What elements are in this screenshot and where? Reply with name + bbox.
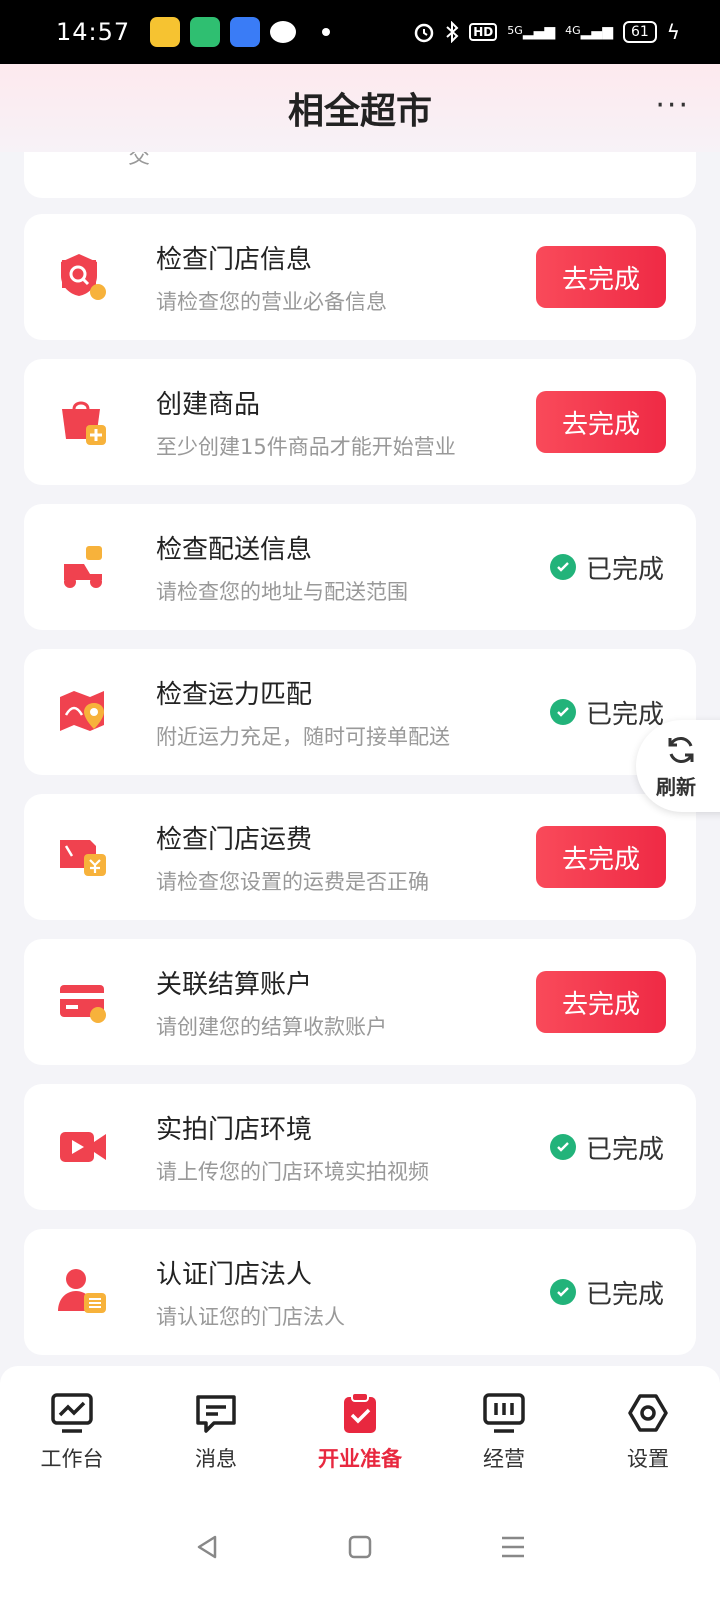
bluetooth-icon <box>446 21 459 43</box>
task-card[interactable]: 检查运力匹配 附近运力充足，随时可接单配送 已完成 <box>24 649 696 775</box>
nav-item-messages[interactable]: 消息 <box>151 1391 281 1473</box>
task-card[interactable]: 检查门店信息 请检查您的营业必备信息 去完成 <box>24 214 696 340</box>
completed-label: 已完成 <box>585 1279 664 1310</box>
nav-item-opening-prep[interactable]: 开业准备 <box>295 1391 425 1473</box>
task-title: 检查门店运费 <box>156 824 313 855</box>
task-title: 检查门店信息 <box>156 244 313 275</box>
check-circle-icon <box>549 1279 576 1305</box>
nav-label: 设置 <box>627 1447 669 1471</box>
nav-label: 开业准备 <box>318 1447 402 1471</box>
complete-button[interactable]: 去完成 <box>536 391 666 453</box>
task-card[interactable]: 认证门店法人 请认证您的门店法人 已完成 <box>24 1229 696 1355</box>
check-circle-icon <box>549 1134 576 1160</box>
completed-status: 已完成 <box>549 1129 664 1166</box>
task-title: 关联结算账户 <box>156 969 313 1000</box>
map-location-icon <box>60 691 104 731</box>
bottom-nav: 工作台 消息 开业准备 经营 设置 <box>0 1366 720 1494</box>
complete-button[interactable]: 去完成 <box>536 971 666 1033</box>
task-title: 实拍门店环境 <box>156 1114 313 1145</box>
bank-card-icon <box>60 985 106 1023</box>
task-subtitle: 请上传您的门店环境实拍视频 <box>156 1159 429 1184</box>
back-icon[interactable] <box>193 1533 221 1561</box>
signal-5g-icon: 5G▂▄▆ <box>507 24 556 40</box>
alarm-icon <box>415 23 434 43</box>
wechat-icon <box>270 21 297 43</box>
partial-task-card: 交 <box>24 152 696 198</box>
refresh-icon <box>668 736 694 763</box>
page-title: 相全超市 <box>287 91 432 132</box>
nav-label: 消息 <box>195 1447 237 1471</box>
bars-icon <box>483 1393 525 1433</box>
check-circle-icon <box>549 699 576 725</box>
task-subtitle: 请创建您的结算收款账户 <box>156 1014 387 1039</box>
status-indicators: HD 5G▂▄▆ 4G▂▄▆ 61 ϟ <box>413 20 680 44</box>
task-title: 创建商品 <box>156 389 261 420</box>
completed-status: 已完成 <box>549 549 664 586</box>
video-camera-icon <box>60 1132 106 1162</box>
status-app-icons <box>150 17 331 47</box>
chart-icon <box>51 1393 93 1433</box>
app-notification-icon <box>150 17 181 47</box>
task-title: 认证门店法人 <box>156 1259 313 1290</box>
home-icon[interactable] <box>347 1534 373 1560</box>
task-card[interactable]: 关联结算账户 请创建您的结算收款账户 去完成 <box>24 939 696 1065</box>
complete-button[interactable]: 去完成 <box>536 246 666 308</box>
task-card[interactable]: 检查门店运费 请检查您设置的运费是否正确 去完成 <box>24 794 696 920</box>
nav-item-settings[interactable]: 设置 <box>583 1391 713 1473</box>
task-card[interactable]: 检查配送信息 请检查您的地址与配送范围 已完成 <box>24 504 696 630</box>
message-icon <box>196 1395 236 1433</box>
hd-badge: HD <box>469 23 498 41</box>
task-card[interactable]: 创建商品 至少创建15件商品才能开始营业 去完成 <box>24 359 696 485</box>
completed-label: 已完成 <box>585 1134 664 1165</box>
task-subtitle: 附近运力充足，随时可接单配送 <box>156 724 450 749</box>
task-subtitle: 请检查您的地址与配送范围 <box>156 579 408 604</box>
settings-icon <box>628 1394 668 1432</box>
task-subtitle: 请检查您设置的运费是否正确 <box>156 869 429 894</box>
system-nav-bar <box>0 1494 720 1600</box>
refresh-label: 刷新 <box>656 774 696 799</box>
task-title: 检查配送信息 <box>156 534 313 565</box>
task-subtitle: 请认证您的门店法人 <box>156 1304 345 1329</box>
page-header: 相全超市 ··· <box>0 64 720 152</box>
completed-status: 已完成 <box>549 1274 664 1311</box>
signal-4g-icon: 4G▂▄▆ <box>565 24 613 40</box>
clipboard-check-icon <box>344 1392 376 1433</box>
task-list[interactable]: 交 检查门店信息 请检查您的营业必备信息 去完成 创建商品 至少创建15件商品才… <box>0 152 720 1394</box>
nav-item-workbench[interactable]: 工作台 <box>7 1391 137 1473</box>
compass-app-icon <box>230 17 261 47</box>
store-search-icon <box>61 254 106 300</box>
completed-label: 已完成 <box>585 554 664 585</box>
task-title: 检查运力匹配 <box>156 679 313 710</box>
nav-label: 经营 <box>483 1447 525 1471</box>
notification-dot-icon <box>322 28 331 36</box>
menu-icon[interactable] <box>499 1533 527 1561</box>
status-time: 14:57 <box>56 18 131 46</box>
nav-label: 工作台 <box>40 1447 104 1471</box>
complete-button[interactable]: 去完成 <box>536 826 666 888</box>
shopping-bag-plus-icon <box>62 401 106 445</box>
shield-app-icon <box>190 17 221 47</box>
status-bar: 14:57 HD 5G▂▄▆ 4G▂▄▆ 61 ϟ <box>0 0 720 64</box>
task-card[interactable]: 实拍门店环境 请上传您的门店环境实拍视频 已完成 <box>24 1084 696 1210</box>
completed-status: 已完成 <box>549 694 664 731</box>
delivery-scooter-icon <box>64 546 102 588</box>
refresh-button[interactable]: 刷新 <box>636 720 720 812</box>
battery-indicator: 61 <box>622 21 657 43</box>
charging-icon: ϟ <box>666 20 680 44</box>
more-options-icon[interactable]: ··· <box>655 88 690 123</box>
task-subtitle: 至少创建15件商品才能开始营业 <box>156 434 456 459</box>
check-circle-icon <box>549 554 576 580</box>
nav-item-business[interactable]: 经营 <box>439 1391 569 1473</box>
user-id-icon <box>58 1269 106 1313</box>
completed-label: 已完成 <box>585 699 664 730</box>
task-subtitle: 请检查您的营业必备信息 <box>156 289 387 314</box>
shipping-fee-icon <box>60 840 106 876</box>
